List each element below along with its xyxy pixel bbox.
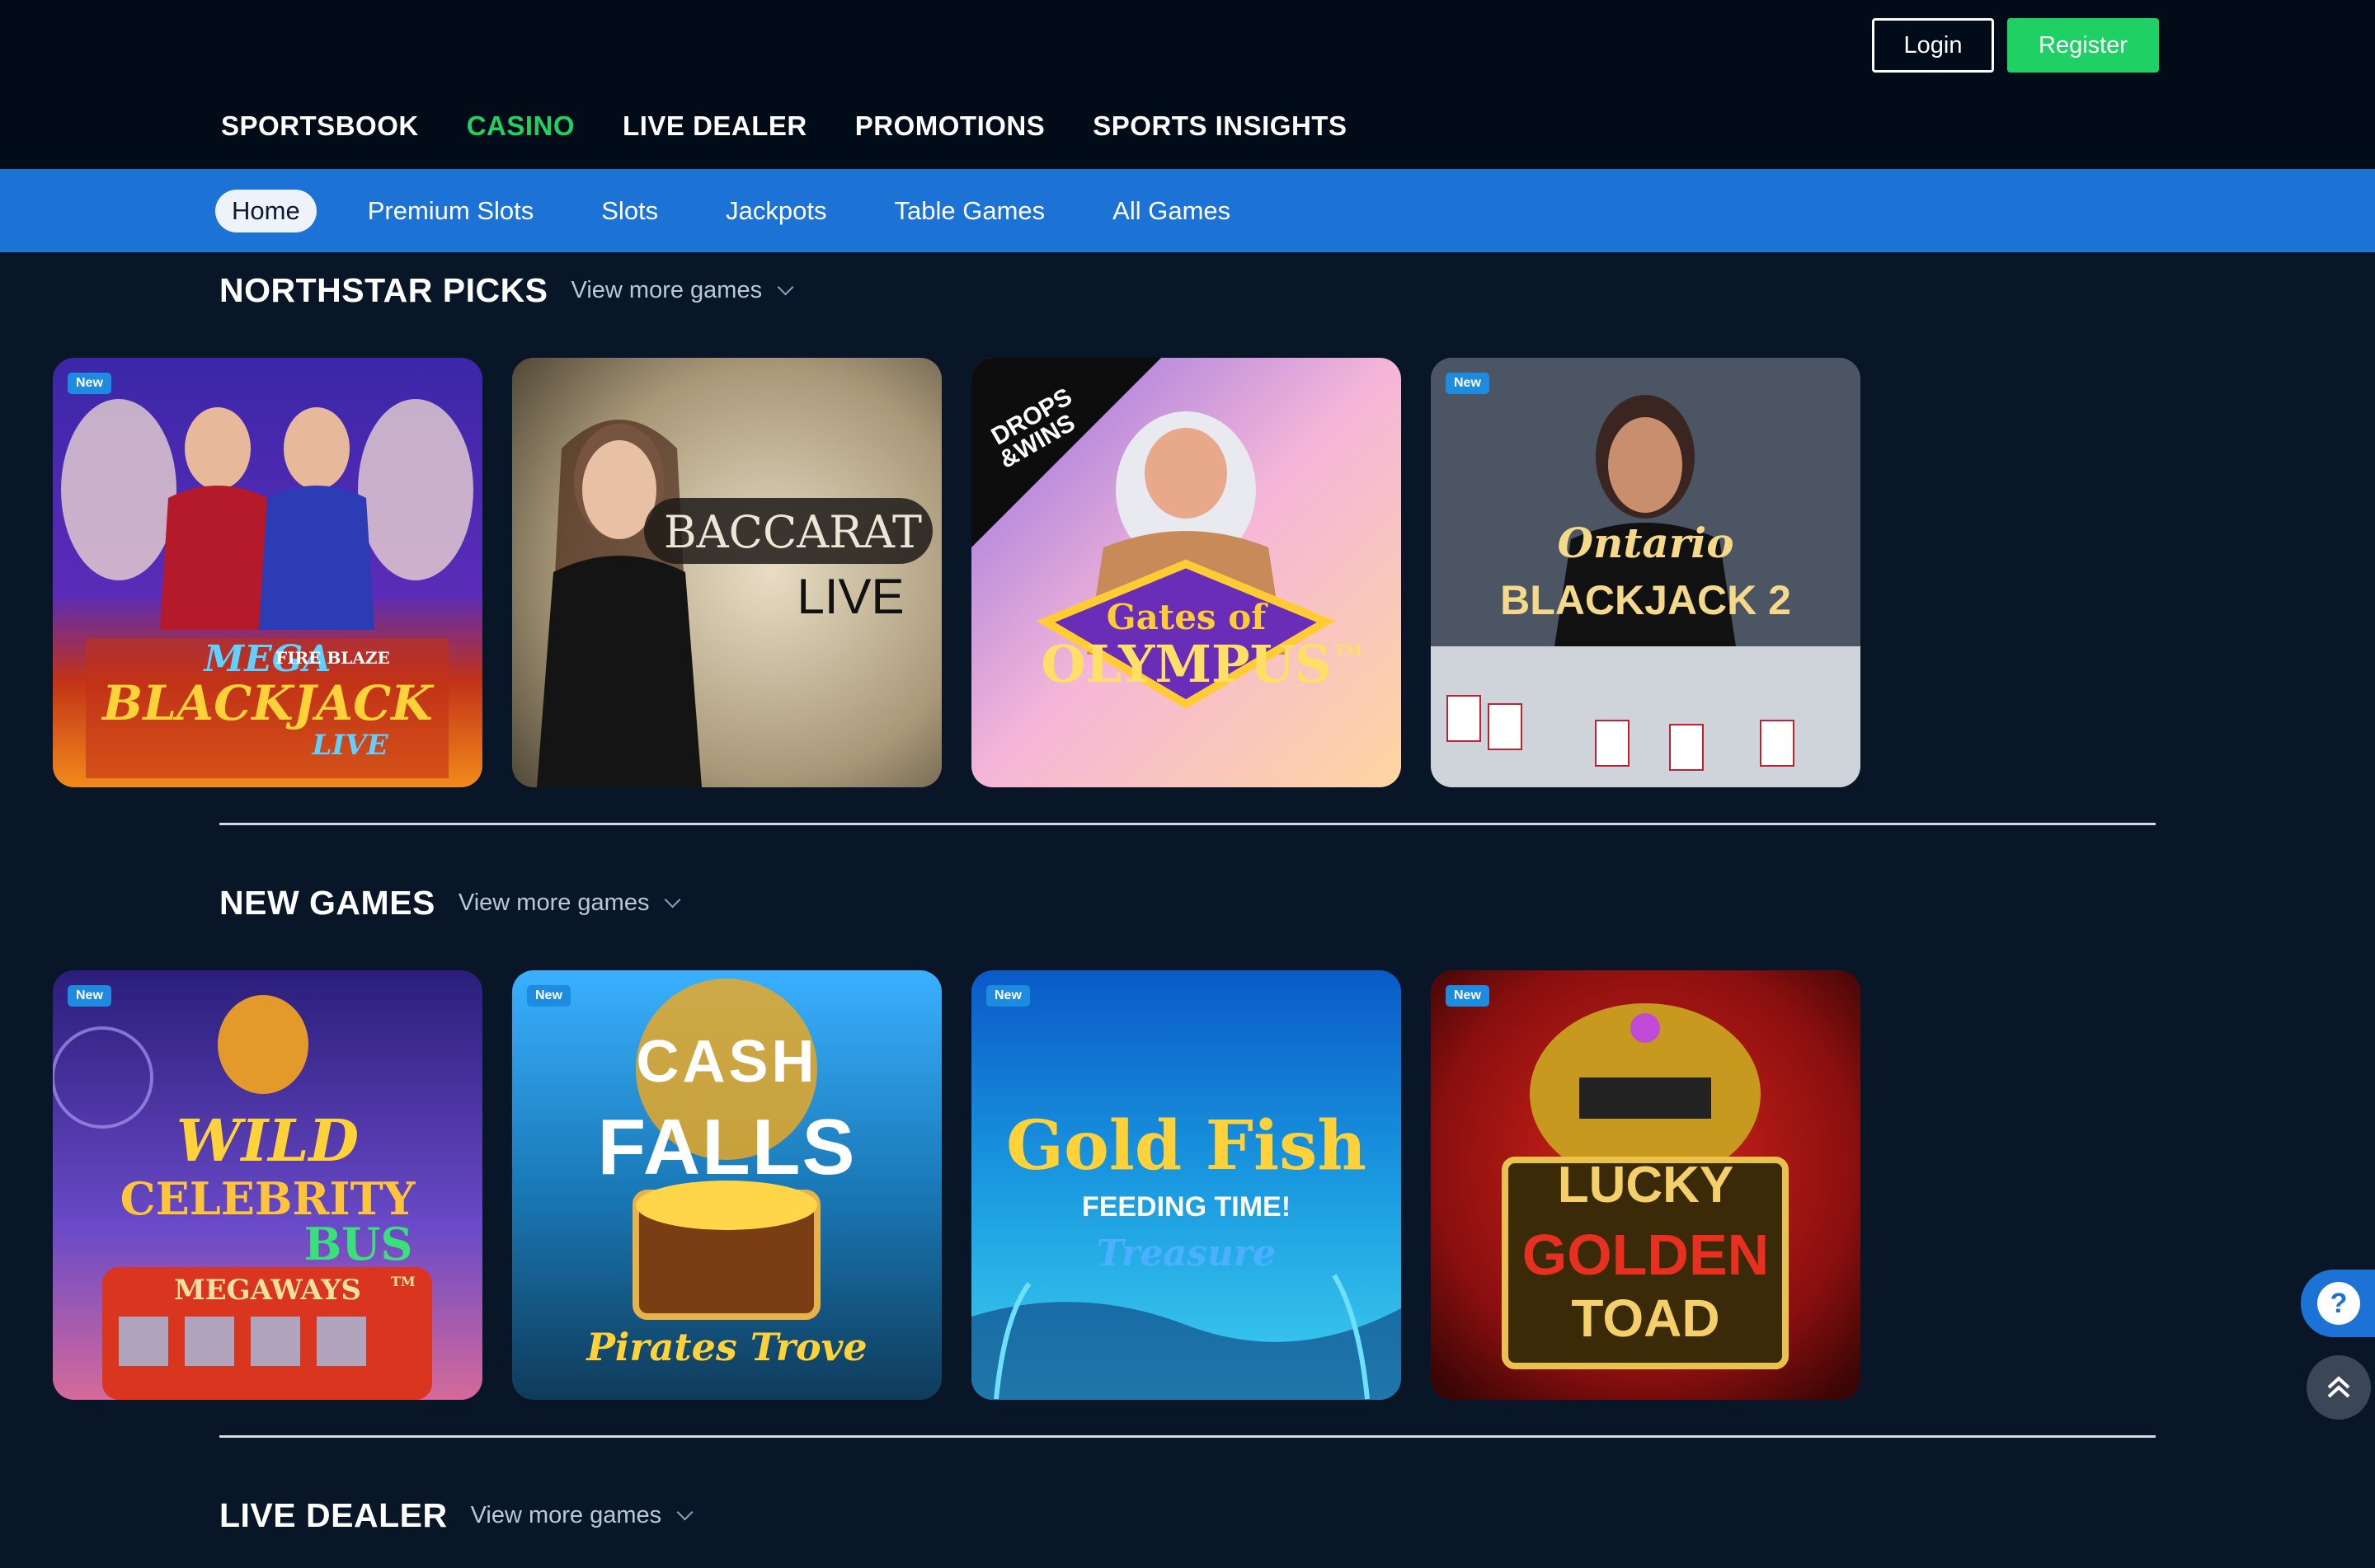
nav-live-dealer[interactable]: LIVE DEALER xyxy=(623,110,807,142)
section-northstar-picks: NORTHSTAR PICKS View more games xyxy=(219,270,2156,311)
nav-sportsbook[interactable]: SPORTSBOOK xyxy=(221,110,419,142)
subnav-jackpots[interactable]: Jackpots xyxy=(709,190,843,232)
section-title: LIVE DEALER xyxy=(219,1495,448,1534)
game-art-label: TM xyxy=(1334,642,1362,660)
section-title: NORTHSTAR PICKS xyxy=(219,270,548,309)
game-art-label: LIVE xyxy=(312,729,388,762)
game-art-label: BLACKJACK xyxy=(102,675,433,731)
game-art-label: Pirates Trove xyxy=(586,1325,868,1369)
auth-buttons: Login Register xyxy=(1872,18,2159,73)
subnav-table-games[interactable]: Table Games xyxy=(878,190,1062,232)
game-art-label: Treasure xyxy=(1096,1232,1277,1275)
section-title: NEW GAMES xyxy=(219,883,435,922)
subnav-all-games[interactable]: All Games xyxy=(1096,190,1247,232)
view-more-link[interactable]: View more games xyxy=(571,276,794,304)
subnav-slots[interactable]: Slots xyxy=(585,190,675,232)
game-art-label: BLACKJACK 2 xyxy=(1500,577,1791,623)
chevron-down-icon xyxy=(676,1504,694,1521)
game-tile-cash-falls-pirates-trove[interactable]: CASH FALLS Pirates Trove New xyxy=(512,970,942,1400)
nav-promotions[interactable]: PROMOTIONS xyxy=(855,110,1046,142)
game-tile-mega-fire-blaze-blackjack[interactable]: MEGA FIRE BLAZE BLACKJACK LIVE New xyxy=(53,358,482,787)
game-art xyxy=(1431,358,1860,787)
new-badge: New xyxy=(527,985,571,1007)
section-new-games: NEW GAMES View more games xyxy=(219,882,2156,923)
game-art-label: Ontario xyxy=(1557,519,1734,567)
nav-casino[interactable]: CASINO xyxy=(467,110,575,142)
scroll-to-top-button[interactable] xyxy=(2307,1355,2371,1420)
game-art-label: BACCARAT xyxy=(663,506,923,558)
game-tile-gold-fish-treasure[interactable]: Gold Fish FEEDING TIME! Treasure New xyxy=(971,970,1401,1400)
game-art-label: LUCKY xyxy=(1557,1157,1734,1214)
new-badge: New xyxy=(68,373,111,394)
northstar-picks-row: MEGA FIRE BLAZE BLACKJACK LIVE New BACCA… xyxy=(53,358,1860,787)
chevron-down-icon xyxy=(665,891,681,908)
game-tile-baccarat-live[interactable]: BACCARAT LIVE xyxy=(512,358,942,787)
game-art-label: BUS xyxy=(303,1218,413,1270)
question-icon: ? xyxy=(2317,1282,2360,1325)
game-art-label: FIRE BLAZE xyxy=(275,648,390,668)
section-divider xyxy=(219,823,2156,825)
new-badge: New xyxy=(986,985,1030,1007)
login-button[interactable]: Login xyxy=(1872,18,1994,73)
section-divider xyxy=(219,1435,2156,1438)
game-art-label: MEGAWAYS xyxy=(174,1274,361,1307)
new-games-row: WILD CELEBRITY BUS MEGAWAYS TM New CASH … xyxy=(53,970,1860,1400)
subnav-premium-slots[interactable]: Premium Slots xyxy=(351,190,551,232)
game-tile-lucky-golden-toad[interactable]: LUCKY GOLDEN TOAD New xyxy=(1431,970,1860,1400)
game-art-label: FEEDING TIME! xyxy=(1081,1191,1291,1223)
view-more-label: View more games xyxy=(470,1501,662,1528)
main-nav: SPORTSBOOK CASINO LIVE DEALER PROMOTIONS… xyxy=(221,110,1347,142)
section-live-dealer: LIVE DEALER View more games xyxy=(219,1495,2156,1536)
game-art-label: LIVE xyxy=(797,569,905,624)
new-badge: New xyxy=(1446,985,1489,1007)
game-art-label: TOAD xyxy=(1571,1289,1720,1348)
game-art-label: MEGA xyxy=(204,638,332,680)
register-button[interactable]: Register xyxy=(2007,18,2159,73)
subnav-home[interactable]: Home xyxy=(215,189,317,232)
new-badge: New xyxy=(68,985,111,1007)
casino-subnav: Home Premium Slots Slots Jackpots Table … xyxy=(0,169,2375,252)
game-tile-ontario-blackjack-2[interactable]: Ontario BLACKJACK 2 New xyxy=(1431,358,1860,787)
game-tile-gates-of-olympus[interactable]: DROPS &WINS Gates of OLYMPUS TM xyxy=(971,358,1401,787)
top-header: Login Register SPORTSBOOK CASINO LIVE DE… xyxy=(0,0,2375,169)
new-badge: New xyxy=(1446,373,1489,394)
help-button[interactable]: ? xyxy=(2301,1270,2375,1337)
game-art-label: Gold Fish xyxy=(1006,1106,1366,1185)
view-more-link[interactable]: View more games xyxy=(470,1501,694,1529)
view-more-label: View more games xyxy=(458,889,650,916)
double-chevron-up-icon xyxy=(2327,1376,2350,1398)
game-art-label: WILD xyxy=(176,1106,360,1175)
nav-sports-insights[interactable]: SPORTS INSIGHTS xyxy=(1093,110,1347,142)
game-art-label: FALLS xyxy=(597,1103,857,1191)
game-art-label: GOLDEN xyxy=(1521,1223,1770,1287)
game-art-label: TM xyxy=(391,1274,416,1289)
game-tile-wild-celebrity-bus[interactable]: WILD CELEBRITY BUS MEGAWAYS TM New xyxy=(53,970,482,1400)
game-art-label: CASH xyxy=(636,1029,818,1095)
view-more-label: View more games xyxy=(571,276,763,303)
chevron-down-icon xyxy=(777,279,794,296)
game-art-label: Gates of xyxy=(1106,597,1267,637)
view-more-link[interactable]: View more games xyxy=(458,889,681,917)
